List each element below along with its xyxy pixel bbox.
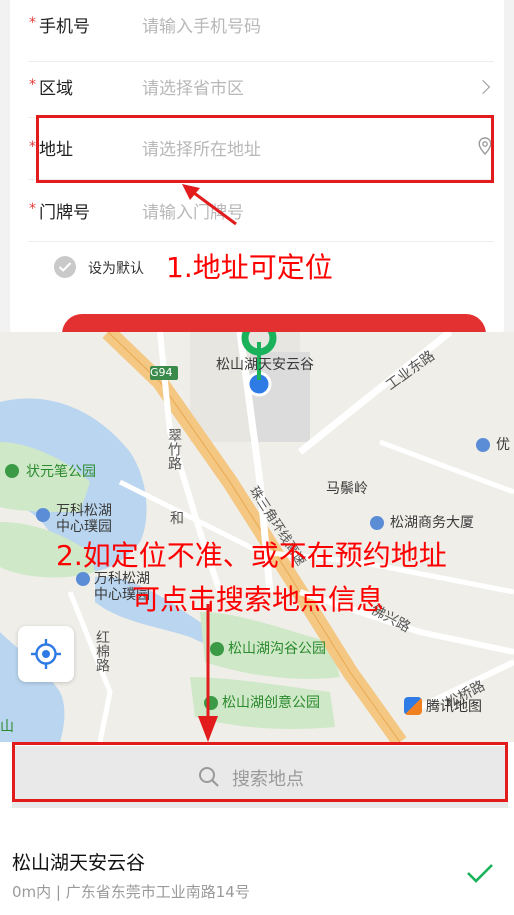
poi-shan: 山 — [0, 719, 14, 735]
search-highlight-box — [12, 742, 508, 802]
result-address: 0m内 | 广东省东莞市工业南路14号 — [12, 883, 250, 901]
building-icon — [76, 572, 90, 586]
poi-wanke-1-line2[interactable]: 中心璞园 — [56, 516, 112, 536]
selected-check-icon — [467, 864, 493, 883]
tencent-logo-text: 腾讯地图 — [426, 699, 482, 715]
locate-button[interactable] — [18, 626, 74, 682]
annotation-note-2-line1: 2.如定位不准、或不在预约地址 — [56, 539, 447, 572]
divider — [28, 241, 494, 242]
house-number-label: 门牌号 — [39, 203, 90, 223]
chevron-right-icon — [475, 79, 491, 95]
required-mark: * — [29, 201, 36, 217]
road-cuizhu: 翠竹路 — [166, 428, 182, 470]
road-hongmian: 红棉路 — [94, 630, 110, 672]
poi-zhuangyuan[interactable]: 状元笔公园 — [26, 461, 96, 481]
region-row[interactable]: * 区域 请选择省市区 — [10, 56, 504, 118]
tencent-logo-icon — [404, 697, 422, 715]
road-he: 和 — [170, 511, 184, 527]
highway-code: G94 — [150, 366, 173, 379]
phone-input[interactable]: 请输入手机号码 — [142, 12, 261, 37]
poi-songshanhu-gou[interactable]: 松山湖沟谷公园 — [228, 638, 326, 658]
annotation-arrow-2 — [198, 604, 218, 742]
region-select[interactable]: 请选择省市区 — [142, 74, 244, 99]
poi-songhu-business[interactable]: 松湖商务大厦 — [390, 512, 474, 532]
poi-songshanhu-chuangyi[interactable]: 松山湖创意公园 — [222, 692, 320, 712]
required-mark: * — [29, 15, 36, 31]
annotation-note-1: 1.地址可定位 — [166, 251, 333, 284]
checkbox-icon[interactable] — [54, 256, 76, 278]
house-number-row[interactable]: * 门牌号 请输入门牌号 — [10, 180, 504, 242]
result-name: 松山湖天安云谷 — [12, 852, 146, 874]
region-label: 区域 — [39, 79, 73, 99]
building-icon — [36, 508, 50, 522]
annotation-note-2-line2: 可点击搜索地点信息 — [132, 583, 385, 616]
required-mark: * — [29, 139, 36, 155]
phone-row[interactable]: * 手机号 请输入手机号码 — [10, 0, 504, 62]
annotation-arrow-1 — [182, 184, 237, 226]
poi-you[interactable]: 优 — [496, 434, 510, 454]
park-icon — [5, 464, 19, 478]
building-icon — [370, 516, 384, 530]
building-icon — [476, 438, 490, 452]
phone-label: 手机号 — [39, 17, 90, 37]
required-mark: * — [29, 77, 36, 93]
set-default-label: 设为默认 — [88, 261, 144, 277]
locate-crosshair-icon — [31, 639, 61, 669]
poi-majiling[interactable]: 马鬃岭 — [326, 478, 368, 498]
address-highlight-box — [36, 115, 494, 183]
pin-label: 松山湖天安云谷 — [216, 357, 314, 373]
